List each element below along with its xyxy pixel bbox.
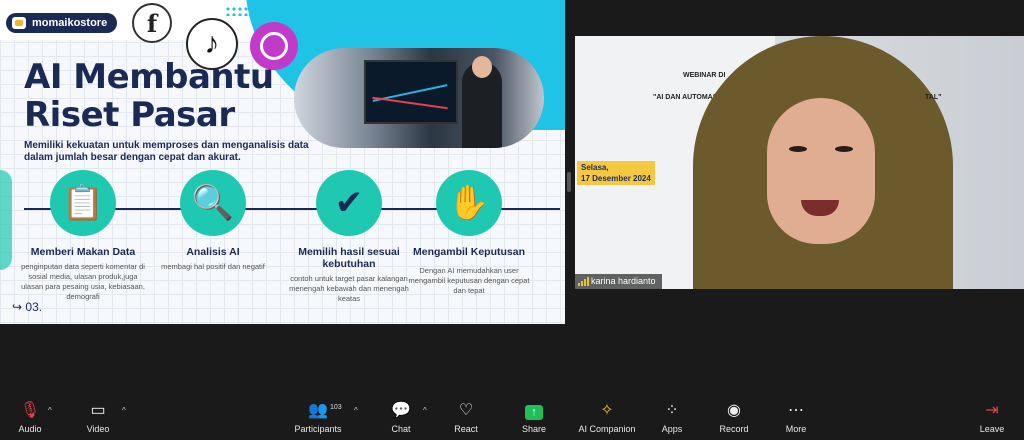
step-1-title: Memberi Makan Data — [30, 246, 136, 258]
poster-line-2: "AI DAN AUTOMAS — [653, 94, 718, 101]
decorative-dots — [225, 6, 275, 16]
participant-name: karina hardianto — [591, 276, 656, 286]
chat-label: Chat — [391, 424, 411, 434]
apps-label: Apps — [661, 424, 683, 434]
heart-icon: ♡ — [458, 402, 474, 419]
person-image — [462, 56, 502, 148]
more-icon: ⋯ — [788, 402, 804, 419]
event-date-line-2: 17 Desember 2024 — [581, 174, 651, 183]
event-date: Selasa, 17 Desember 2024 — [577, 161, 655, 185]
participants-options-chevron-icon[interactable]: ^ — [354, 406, 358, 415]
mouth — [801, 200, 839, 216]
decision-hand-icon: ✋ — [436, 170, 502, 236]
audio-label: Audio — [18, 424, 42, 434]
video-options-chevron-icon[interactable]: ^ — [122, 406, 126, 415]
brand-label: momaikostore — [6, 13, 118, 33]
share-button[interactable]: ↑ Share — [504, 402, 564, 434]
meeting-toolbar: 🎙 Audio ^ ▭ Video ^ 👥 Participants 103 ^… — [0, 396, 1024, 440]
decorative-left-shape — [0, 170, 12, 270]
clipboard-chart-icon: 📋 — [50, 170, 116, 236]
magnifier-chart-icon: 🔍 — [180, 170, 246, 236]
title-line-2: Riset Pasar — [24, 95, 235, 135]
page-number-text: 03. — [25, 300, 43, 314]
record-button[interactable]: ◉ Record — [704, 402, 764, 434]
participants-count: 103 — [330, 404, 342, 411]
step-2-desc: membagi hal positif dan negatif — [161, 262, 265, 271]
analyst-photo — [294, 48, 544, 148]
title-line-1: AI Membantu — [24, 57, 274, 97]
poster-line-3: TAL" — [925, 94, 942, 101]
step-2-title: Analisis AI — [186, 246, 240, 258]
facebook-icon: f — [132, 3, 172, 43]
brand-text: momaikostore — [32, 17, 108, 29]
monitor-chart-image — [364, 60, 458, 124]
left-eye — [789, 146, 807, 152]
poster-line-1: WEBINAR DI — [683, 72, 726, 79]
apps-button[interactable]: ⁘ Apps — [642, 402, 702, 434]
slide-subtitle: Memiliki kekuatan untuk memproses dan me… — [24, 140, 309, 163]
share-screen-icon: ↑ — [504, 402, 564, 420]
audio-options-chevron-icon[interactable]: ^ — [48, 406, 52, 415]
apps-icon: ⁘ — [665, 402, 679, 419]
react-button[interactable]: ♡ React — [436, 402, 496, 434]
sparkle-icon: ✧ — [600, 402, 614, 419]
store-icon — [12, 17, 26, 29]
video-button[interactable]: ▭ Video — [68, 402, 128, 434]
react-label: React — [454, 424, 478, 434]
participant-name-tag: karina hardianto — [575, 274, 662, 289]
page-number: ↪ 03. — [12, 300, 43, 314]
record-label: Record — [719, 424, 749, 434]
split-view-divider[interactable] — [567, 172, 571, 192]
event-date-line-1: Selasa, — [581, 163, 609, 172]
leave-label: Leave — [979, 424, 1005, 434]
step-4-desc: Dengan AI memudahkan user mengambil kepu… — [408, 266, 530, 295]
right-eye — [835, 146, 853, 152]
chat-icon: 💬 — [391, 402, 411, 419]
video-label: Video — [86, 424, 110, 434]
participant-video-tile[interactable]: WEBINAR DI "AI DAN AUTOMAS Selasa, 17 De… — [575, 36, 1024, 289]
step-3-title: Memilih hasil sesuai kebutuhan — [298, 246, 400, 270]
camera-icon: ▭ — [90, 402, 106, 419]
shared-slide: momaikostore f ♪ AI Membantu Riset Pasar… — [0, 0, 565, 324]
step-1-desc: penginputan data seperti komentar di sos… — [21, 262, 145, 301]
document-check-icon: ✔ — [316, 170, 382, 236]
more-label: More — [785, 424, 807, 434]
chat-button[interactable]: 💬 Chat — [371, 402, 431, 434]
step-3-desc: contoh untuk target pasar kalangan menen… — [289, 274, 409, 303]
share-label: Share — [521, 424, 547, 434]
slide-title: AI Membantu Riset Pasar — [24, 58, 274, 134]
more-button[interactable]: ⋯ More — [766, 402, 826, 434]
ai-companion-button[interactable]: ✧ AI Companion — [572, 402, 642, 434]
participant-face — [767, 98, 875, 244]
participants-label: Participants — [294, 424, 342, 434]
chat-options-chevron-icon[interactable]: ^ — [423, 406, 427, 415]
signal-strength-icon — [578, 277, 589, 286]
leave-icon: ⇥ — [985, 402, 999, 419]
leave-button[interactable]: ⇥ Leave — [962, 402, 1022, 434]
record-icon: ◉ — [727, 402, 741, 419]
ai-companion-label: AI Companion — [578, 424, 636, 434]
step-4-title: Mengambil Keputusan — [412, 246, 525, 258]
